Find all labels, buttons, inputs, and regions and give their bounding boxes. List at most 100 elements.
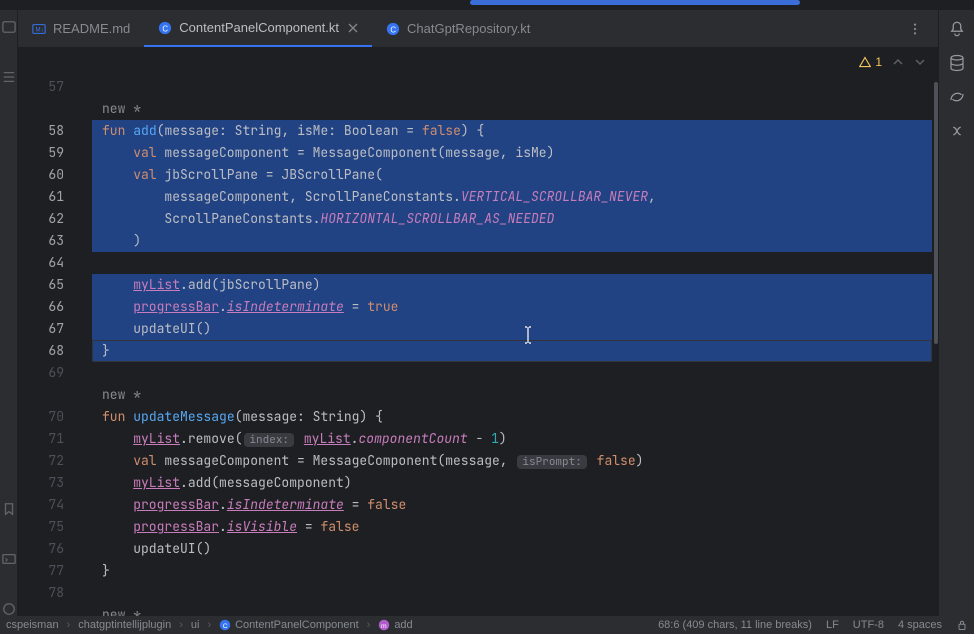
line-number[interactable]: 60 xyxy=(18,164,92,186)
code-content[interactable]: } xyxy=(92,340,932,362)
line-number[interactable]: 63 xyxy=(18,230,92,252)
chevron-down-icon[interactable] xyxy=(914,56,926,68)
code-content[interactable]: fun add(message: String, isMe: Boolean =… xyxy=(92,120,932,142)
code-content[interactable]: val jbScrollPane = JBScrollPane( xyxy=(92,164,932,186)
editor-line[interactable]: new * xyxy=(18,384,932,406)
line-number[interactable]: 65 xyxy=(18,274,92,296)
code-content[interactable]: new * xyxy=(92,604,932,616)
code-content[interactable]: messageComponent, ScrollPaneConstants.VE… xyxy=(92,186,932,208)
code-content[interactable]: progressBar.isIndeterminate = false xyxy=(92,494,932,516)
code-content[interactable]: ) xyxy=(92,230,932,252)
code-content[interactable]: progressBar.isVisible = false xyxy=(92,516,932,538)
lock-icon[interactable] xyxy=(956,619,968,631)
code-content[interactable]: new * xyxy=(92,98,932,120)
line-number[interactable]: 71 xyxy=(18,428,92,450)
line-number[interactable]: 74 xyxy=(18,494,92,516)
code-content[interactable]: fun updateMessage(message: String) { xyxy=(92,406,932,428)
editor-line[interactable]: 58fun add(message: String, isMe: Boolean… xyxy=(18,120,932,142)
line-number[interactable]: 75 xyxy=(18,516,92,538)
line-number[interactable]: 76 xyxy=(18,538,92,560)
editor-line[interactable]: 60 val jbScrollPane = JBScrollPane( xyxy=(18,164,932,186)
code-content[interactable]: val messageComponent = MessageComponent(… xyxy=(92,142,932,164)
breadcrumbs[interactable]: cspeisman › chatgptintellijplugin › ui ›… xyxy=(6,619,413,631)
editor-line[interactable]: 62 ScrollPaneConstants.HORIZONTAL_SCROLL… xyxy=(18,208,932,230)
tab-contentpanelcomponent[interactable]: C ContentPanelComponent.kt xyxy=(144,10,372,47)
tab-chatgptrepository[interactable]: C ChatGptRepository.kt xyxy=(372,10,544,47)
selection-info[interactable]: 68:6 (409 chars, 11 line breaks) xyxy=(658,619,812,631)
close-icon[interactable] xyxy=(348,23,358,33)
database-tool-icon[interactable] xyxy=(948,54,966,72)
terminal-tool-icon[interactable] xyxy=(2,552,16,566)
code-content[interactable]: myList.add(messageComponent) xyxy=(92,472,932,494)
code-content[interactable]: myList.add(jbScrollPane) xyxy=(92,274,932,296)
code-content[interactable]: ScrollPaneConstants.HORIZONTAL_SCROLLBAR… xyxy=(92,208,932,230)
ai-assistant-icon[interactable] xyxy=(948,88,966,106)
editor-line[interactable]: new * xyxy=(18,98,932,120)
editor-line[interactable]: new * xyxy=(18,604,932,616)
line-number[interactable]: 69 xyxy=(18,362,92,384)
editor-line[interactable]: 72 val messageComponent = MessageCompone… xyxy=(18,450,932,472)
line-number[interactable]: 72 xyxy=(18,450,92,472)
line-number[interactable]: 70 xyxy=(18,406,92,428)
line-number[interactable]: 57 xyxy=(18,76,92,98)
line-number[interactable]: 78 xyxy=(18,582,92,604)
code-content[interactable]: updateUI() xyxy=(92,318,932,340)
code-content[interactable]: myList.remove(index: myList.componentCou… xyxy=(92,428,932,451)
crumb-item[interactable]: ContentPanelComponent xyxy=(235,619,359,631)
line-number[interactable]: 59 xyxy=(18,142,92,164)
editor-line[interactable]: 69 xyxy=(18,362,932,384)
editor-line[interactable]: 76 updateUI() xyxy=(18,538,932,560)
editor-line[interactable]: 74 progressBar.isIndeterminate = false xyxy=(18,494,932,516)
editor-line[interactable]: 71 myList.remove(index: myList.component… xyxy=(18,428,932,450)
code-content[interactable]: val messageComponent = MessageComponent(… xyxy=(92,450,932,473)
structure-tool-icon[interactable] xyxy=(2,70,16,84)
editor-line[interactable]: 67 updateUI() xyxy=(18,318,932,340)
code-editor[interactable]: 57new *58fun add(message: String, isMe: … xyxy=(18,76,932,616)
editor-line[interactable]: 70fun updateMessage(message: String) { xyxy=(18,406,932,428)
editor-line[interactable]: 68} xyxy=(18,340,932,362)
editor-line[interactable]: 65 myList.add(jbScrollPane) xyxy=(18,274,932,296)
line-number[interactable]: 64 xyxy=(18,252,92,274)
indent-info[interactable]: 4 spaces xyxy=(898,619,942,631)
line-separator[interactable]: LF xyxy=(826,619,839,631)
editor-line[interactable]: 63 ) xyxy=(18,230,932,252)
line-number[interactable]: 67 xyxy=(18,318,92,340)
editor-line[interactable]: 64 xyxy=(18,252,932,274)
file-encoding[interactable]: UTF-8 xyxy=(853,619,884,631)
editor-line[interactable]: 61 messageComponent, ScrollPaneConstants… xyxy=(18,186,932,208)
line-number[interactable]: 61 xyxy=(18,186,92,208)
line-number[interactable]: 68 xyxy=(18,340,92,362)
project-tool-icon[interactable] xyxy=(2,20,16,34)
code-content[interactable]: } xyxy=(92,560,932,582)
editor-scrollbar-thumb[interactable] xyxy=(934,82,938,344)
editor-line[interactable]: 78 xyxy=(18,582,932,604)
crumb-item[interactable]: cspeisman xyxy=(6,619,59,631)
editor-line[interactable]: 66 progressBar.isIndeterminate = true xyxy=(18,296,932,318)
code-content[interactable]: updateUI() xyxy=(92,538,932,560)
editor-line[interactable]: 73 myList.add(messageComponent) xyxy=(18,472,932,494)
editor-line[interactable]: 77} xyxy=(18,560,932,582)
tabs-more-button[interactable] xyxy=(892,10,938,47)
tab-readme[interactable]: M↓ README.md xyxy=(18,10,144,47)
notifications-icon[interactable] xyxy=(948,20,966,38)
knot-tool-icon[interactable] xyxy=(948,122,966,140)
crumb-item[interactable]: chatgptintellijplugin xyxy=(78,619,171,631)
code-content[interactable]: progressBar.isIndeterminate = true xyxy=(92,296,932,318)
crumb-item[interactable]: ui xyxy=(191,619,200,631)
crumb-item[interactable]: add xyxy=(394,619,412,631)
warning-indicator[interactable]: 1 xyxy=(859,55,882,69)
bookmarks-tool-icon[interactable] xyxy=(2,502,16,516)
line-number[interactable]: 58 xyxy=(18,120,92,142)
editor-line[interactable]: 57 xyxy=(18,76,932,98)
editor-line[interactable]: 59 val messageComponent = MessageCompone… xyxy=(18,142,932,164)
line-number[interactable]: 77 xyxy=(18,560,92,582)
chevron-up-icon[interactable] xyxy=(892,56,904,68)
services-tool-icon[interactable] xyxy=(2,602,16,616)
line-number[interactable]: 73 xyxy=(18,472,92,494)
inspections-widget[interactable]: 1 xyxy=(18,48,938,76)
editor-line[interactable]: 75 progressBar.isVisible = false xyxy=(18,516,932,538)
line-number[interactable]: 66 xyxy=(18,296,92,318)
code-content[interactable]: new * xyxy=(92,384,932,406)
kotlin-class-icon: C xyxy=(386,22,400,36)
line-number[interactable]: 62 xyxy=(18,208,92,230)
